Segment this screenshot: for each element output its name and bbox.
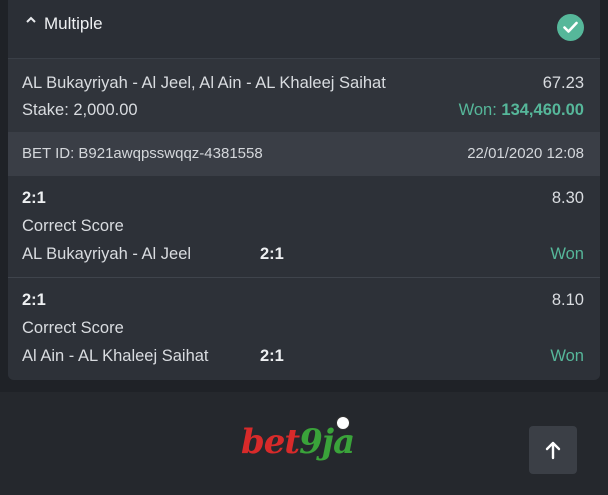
bet9ja-logo[interactable]: bet9ja bbox=[241, 416, 371, 462]
selection-score: 2:1 bbox=[22, 291, 46, 309]
logo-bet: bet bbox=[241, 422, 300, 462]
bet-summary: AL Bukayriyah - Al Jeel, Al Ain - AL Kha… bbox=[8, 59, 600, 132]
selection-odds: 8.30 bbox=[551, 189, 584, 207]
chevron-up-icon[interactable] bbox=[26, 12, 36, 30]
selection-market: Correct Score bbox=[22, 217, 124, 235]
selection-score: 2:1 bbox=[22, 189, 46, 207]
selection-pick: 2:1 bbox=[260, 245, 284, 263]
bet-id: BET ID: B921awqpsswqqz-4381558 bbox=[22, 145, 263, 162]
selection-match: Al Ain - AL Khaleej Saihat bbox=[22, 347, 209, 365]
summary-teams: AL Bukayriyah - Al Jeel, Al Ain - AL Kha… bbox=[22, 74, 386, 92]
selection-pick: 2:1 bbox=[260, 347, 284, 365]
won-label: Won: bbox=[458, 101, 502, 119]
bet-type-title: Multiple bbox=[44, 14, 103, 33]
won-amount: Won: 134,460.00 bbox=[459, 101, 584, 120]
football-icon bbox=[336, 416, 350, 430]
logo-nine: 9 bbox=[299, 422, 323, 462]
won-value: 134,460.00 bbox=[501, 101, 584, 119]
check-circle-icon bbox=[557, 14, 584, 41]
selection-odds: 8.10 bbox=[551, 291, 584, 309]
bet-datetime: 22/01/2020 12:08 bbox=[467, 145, 584, 162]
footer: bet9ja bbox=[0, 392, 608, 495]
stake-amount: Stake: 2,000.00 bbox=[22, 101, 138, 119]
bet-header[interactable]: Multiple bbox=[8, 0, 600, 59]
bet-card: Multiple AL Bukayriyah - Al Jeel, Al Ain… bbox=[8, 0, 600, 380]
bet-id-row: BET ID: B921awqpsswqqz-4381558 22/01/202… bbox=[8, 132, 600, 176]
selection-item: 2:1 8.30 Correct Score AL Bukayriyah - A… bbox=[8, 177, 600, 278]
selection-status: Won bbox=[550, 347, 584, 365]
scroll-to-top-button[interactable] bbox=[529, 426, 577, 474]
total-odds: 67.23 bbox=[542, 74, 584, 92]
selection-status: Won bbox=[550, 245, 584, 263]
selection-market: Correct Score bbox=[22, 319, 124, 337]
selection-match: AL Bukayriyah - Al Jeel bbox=[22, 245, 192, 263]
selection-item: 2:1 8.10 Correct Score Al Ain - AL Khale… bbox=[8, 279, 600, 379]
